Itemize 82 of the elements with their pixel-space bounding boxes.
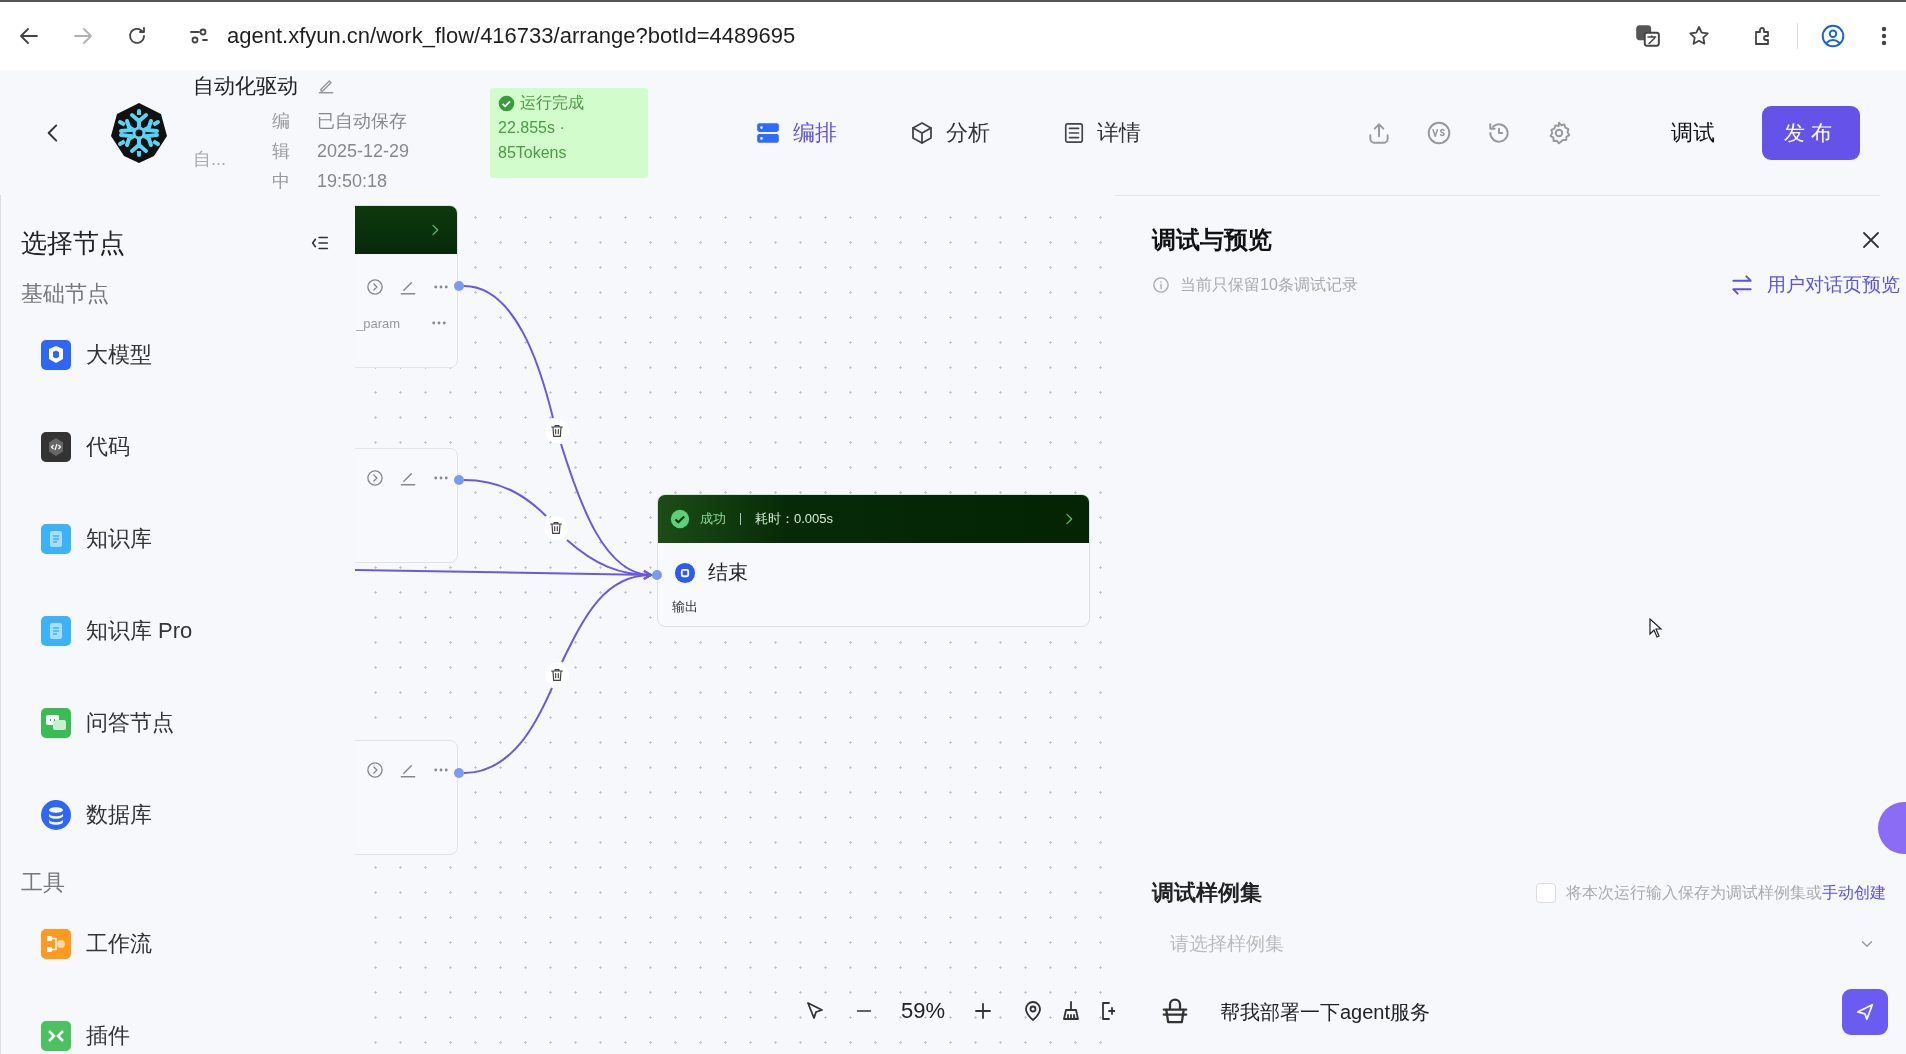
delete-edge-button[interactable] [544,516,568,540]
run-circle-icon[interactable] [366,761,384,779]
node-duration: 耗时：0.005s [755,510,835,528]
run-tokens: 85Tokens [498,142,568,163]
manual-create-link[interactable]: 手动创建 [1822,882,1886,904]
node-title: 结束 [708,560,748,585]
publish-button[interactable]: 发布 [1762,105,1860,160]
connector-line[interactable] [463,479,547,517]
run-duration: 22.855s · [498,117,566,138]
check-circle-icon [498,94,515,112]
run-circle-icon[interactable] [366,469,384,487]
checkbox[interactable] [1536,883,1556,903]
node-list-item[interactable]: 代码 [21,401,355,493]
code-icon [41,432,71,462]
check-circle-icon [670,509,690,529]
parameter-name: _param [356,315,402,331]
node-list-item[interactable]: 问答节点 [21,677,355,769]
database-icon [41,800,71,830]
edit-status: 编辑中 [272,110,290,193]
send-button[interactable] [1842,989,1888,1035]
debug-button[interactable]: 调试 [1671,117,1715,148]
document-icon [41,616,71,646]
panel-title: 选择节点 [21,226,125,260]
assistant-handle[interactable] [1878,802,1906,854]
notice-text: 当前只保留10条调试记录 [1180,274,1358,295]
send-icon [1854,1001,1876,1023]
plugin-icon [41,1021,71,1051]
run-circle-icon[interactable] [366,278,384,296]
workflow-title: 自动化驱动 [193,73,298,99]
swap-icon [1729,272,1755,298]
info-icon [1152,276,1170,294]
connection-handle[interactable] [454,475,464,485]
checkbox-label: 将本次运行输入保存为调试样例集或 [1566,882,1822,903]
connection-handle[interactable] [652,570,662,580]
autosave-time: 19:50:18 [317,170,389,193]
user-preview-link[interactable]: 用户对话页预览 [1729,272,1900,298]
tab[interactable]: 编排 [755,117,837,148]
panel-title: 调试与预览 [1152,225,1272,255]
section-heading: 工具 [21,869,66,897]
stop-circle-icon [674,561,696,584]
delete-edge-button[interactable] [545,419,569,443]
node-list-item[interactable]: 插件 [21,990,355,1054]
node-list-item[interactable]: 数据库 [21,769,355,861]
chat-icon [41,708,71,738]
delete-edge-button[interactable] [545,663,569,687]
version-compare-icon[interactable] [1426,119,1452,146]
document-icon [41,524,71,554]
mouse-cursor-icon [1649,618,1663,638]
autosave-date: 2025-12-29 [317,140,411,163]
tab[interactable]: 详情 [1063,117,1141,148]
workflow-description: 自... [193,148,227,171]
section-heading: 调试样例集 [1152,879,1262,907]
connector-line[interactable] [355,569,652,580]
node-list-item[interactable]: 知识库 [21,493,355,585]
end-node[interactable]: 成功 耗时：0.005s 结束 输出 [657,494,1090,627]
trash-icon [549,667,565,683]
node-list-item[interactable]: 知识库 Pro [21,585,355,677]
list-icon [1063,121,1085,144]
model-icon [41,340,71,370]
node-list-item[interactable]: 工作流 [21,898,355,990]
connector-line[interactable] [463,687,553,774]
node-status: 成功 [700,510,726,528]
tab[interactable]: 分析 [910,117,990,148]
address-bar[interactable]: agent.xfyun.cn/work_flow/416733/arrange?botId=4489695 [227,23,796,49]
chat-input-field[interactable]: 帮我部署一下agent服务 [1218,999,1842,1025]
trash-icon [549,423,565,439]
run-status: 运行完成 [520,93,584,113]
translate-icon[interactable] [1635,23,1661,49]
snowflake-logo [110,100,168,165]
profile-icon[interactable] [1820,23,1846,49]
workflow-icon [41,929,71,959]
connection-handle[interactable] [454,281,464,291]
zoom-level: 59% [901,998,946,1024]
star-icon[interactable] [1687,24,1711,48]
connector-line[interactable] [561,570,652,663]
autosave-status: 已自动保存 [317,110,408,133]
trash-icon [548,520,564,536]
section-heading: 基础节点 [21,280,110,308]
cube-icon [910,120,934,145]
connection-handle[interactable] [454,768,464,778]
node-list-item[interactable]: 大模型 [21,309,355,401]
node-output-label: 输出 [671,598,699,616]
